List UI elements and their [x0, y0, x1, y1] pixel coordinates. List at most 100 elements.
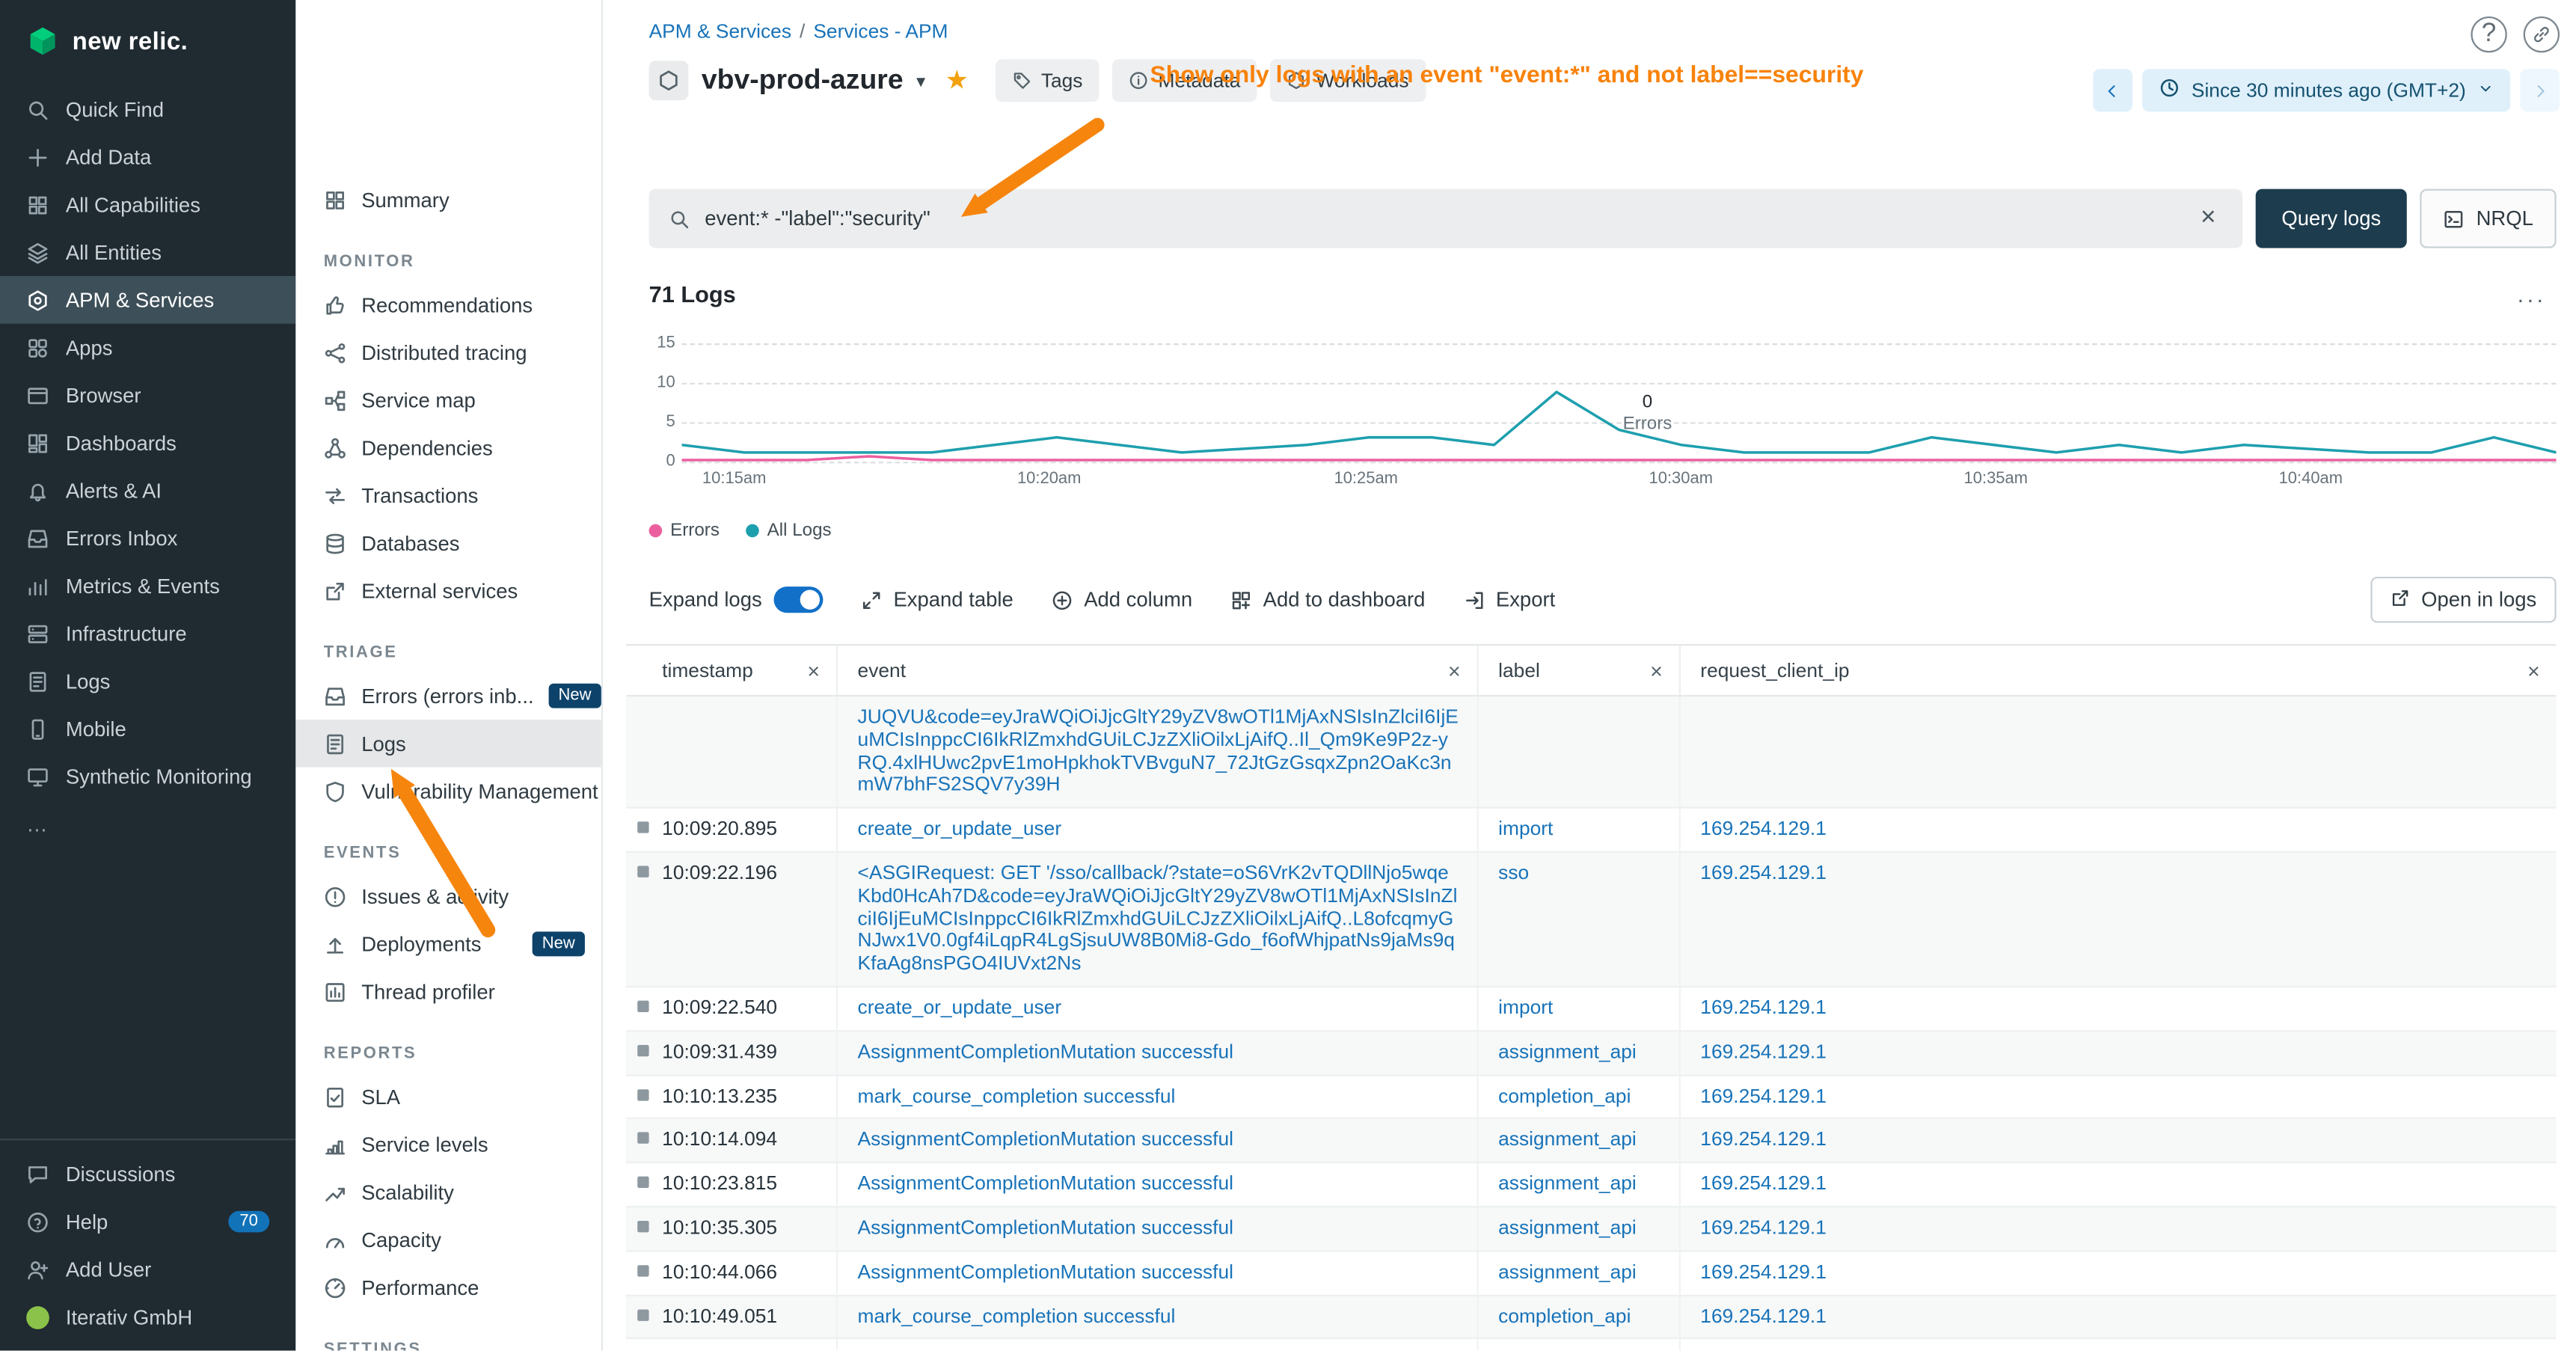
event-link[interactable]: mark_course_completion successful — [858, 1084, 1176, 1107]
label-link[interactable]: import — [1498, 996, 1553, 1019]
sidebar-item-dashboards[interactable]: Dashboards — [0, 419, 295, 467]
subnav-item-external-services[interactable]: External services — [295, 567, 601, 615]
help-circle-icon[interactable]: ? — [2471, 16, 2506, 52]
row-marker-icon[interactable] — [637, 1309, 648, 1320]
event-link[interactable]: mark_course_completion successful — [858, 1304, 1176, 1327]
breadcrumb-apm-services[interactable]: APM & Services — [649, 19, 791, 43]
time-range-selector[interactable]: Since 30 minutes ago (GMT+2) — [2142, 69, 2510, 111]
subnav-item-deployments[interactable]: Deployments New — [295, 920, 601, 968]
sidebar-item-add-data[interactable]: Add Data — [0, 133, 295, 181]
open-in-logs-button[interactable]: Open in logs — [2370, 577, 2557, 623]
new-relic-logo[interactable]: new relic. — [0, 0, 295, 79]
table-row[interactable]: JUQVU&code=eyJraWQiOiJjcGltY29yZV8wOTl1M… — [626, 696, 2557, 809]
column-header-label[interactable]: label × — [1479, 646, 1681, 695]
sidebar-item-add-user[interactable]: Add User — [0, 1246, 295, 1293]
table-row[interactable]: 10:09:31.439 AssignmentCompletionMutatio… — [626, 1032, 2557, 1076]
sidebar-item-apps[interactable]: Apps — [0, 324, 295, 372]
subnav-item-databases[interactable]: Databases — [295, 519, 601, 567]
export-button[interactable]: Export — [1463, 588, 1555, 611]
label-link[interactable]: assignment_api — [1498, 1040, 1637, 1063]
add-column-button[interactable]: Add column — [1051, 588, 1192, 611]
sidebar-item-alerts-ai[interactable]: Alerts & AI — [0, 467, 295, 515]
expand-logs-toggle[interactable] — [773, 586, 823, 613]
table-row[interactable]: 10:09:22.540 create_or_update_user impor… — [626, 987, 2557, 1032]
sidebar-item-mobile[interactable]: Mobile — [0, 705, 295, 753]
sidebar-item-account[interactable]: Iterativ GmbH — [0, 1293, 295, 1341]
column-header-event[interactable]: event × — [838, 646, 1479, 695]
table-row[interactable]: 10:11:00.311 AssignmentCompletionMutatio… — [626, 1340, 2557, 1351]
subnav-item-issues-activity[interactable]: Issues & activity — [295, 872, 601, 920]
row-marker-icon[interactable] — [637, 1088, 648, 1100]
row-marker-icon[interactable] — [637, 1265, 648, 1276]
table-row[interactable]: 10:10:23.815 AssignmentCompletionMutatio… — [626, 1163, 2557, 1207]
subnav-item-transactions[interactable]: Transactions — [295, 471, 601, 519]
row-marker-icon[interactable] — [637, 1177, 648, 1188]
sidebar-item-infrastructure[interactable]: Infrastructure — [0, 610, 295, 658]
label-link[interactable]: completion_api — [1498, 1084, 1631, 1107]
subnav-item-performance[interactable]: Performance — [295, 1263, 601, 1311]
subnav-item-errors-inbox[interactable]: Errors (errors inb... New — [295, 672, 601, 720]
subnav-item-capacity[interactable]: Capacity — [295, 1216, 601, 1263]
nrql-button[interactable]: NRQL — [2420, 189, 2557, 248]
subnav-item-sla[interactable]: SLA — [295, 1073, 601, 1121]
row-marker-icon[interactable] — [637, 1044, 648, 1056]
ip-link[interactable]: 169.254.129.1 — [1700, 1348, 1827, 1351]
tags-button[interactable]: Tags — [995, 59, 1099, 102]
subnav-item-dependencies[interactable]: Dependencies — [295, 424, 601, 472]
table-row[interactable]: 10:10:35.305 AssignmentCompletionMutatio… — [626, 1207, 2557, 1252]
remove-column-icon[interactable]: × — [1448, 658, 1461, 683]
label-link[interactable]: assignment_api — [1498, 1171, 1637, 1195]
entity-chevron-down-icon[interactable]: ▾ — [916, 70, 925, 91]
sidebar-item-quick-find[interactable]: Quick Find — [0, 85, 295, 133]
event-link[interactable]: AssignmentCompletionMutation successful — [858, 1348, 1234, 1351]
subnav-item-distributed-tracing[interactable]: Distributed tracing — [295, 328, 601, 376]
remove-column-icon[interactable]: × — [2527, 658, 2540, 683]
ip-link[interactable]: 169.254.129.1 — [1700, 861, 1827, 884]
subnav-item-scalability[interactable]: Scalability — [295, 1168, 601, 1216]
table-row[interactable]: 10:10:44.066 AssignmentCompletionMutatio… — [626, 1252, 2557, 1296]
event-link[interactable]: AssignmentCompletionMutation successful — [858, 1260, 1234, 1283]
permalink-icon[interactable] — [2524, 16, 2560, 52]
ip-link[interactable]: 169.254.129.1 — [1700, 817, 1827, 840]
sidebar-item-errors-inbox[interactable]: Errors Inbox — [0, 514, 295, 562]
sidebar-item-discussions[interactable]: Discussions — [0, 1151, 295, 1198]
event-link[interactable]: AssignmentCompletionMutation successful — [858, 1128, 1234, 1151]
favorite-star-icon[interactable]: ★ — [945, 64, 969, 97]
sidebar-item-more[interactable]: … — [0, 800, 295, 848]
row-marker-icon[interactable] — [637, 822, 648, 833]
ip-link[interactable]: 169.254.129.1 — [1700, 996, 1827, 1019]
subnav-item-service-map[interactable]: Service map — [295, 376, 601, 424]
ip-link[interactable]: 169.254.129.1 — [1700, 1260, 1827, 1283]
table-row[interactable]: 10:10:13.235 mark_course_completion succ… — [626, 1076, 2557, 1120]
remove-column-icon[interactable]: × — [1650, 658, 1663, 683]
clear-query-icon[interactable]: × — [2194, 203, 2222, 233]
add-to-dashboard-button[interactable]: Add to dashboard — [1230, 588, 1426, 611]
legend-errors[interactable]: Errors — [649, 521, 720, 540]
legend-all-logs[interactable]: All Logs — [746, 521, 832, 540]
event-link[interactable]: AssignmentCompletionMutation successful — [858, 1171, 1234, 1195]
subnav-item-logs[interactable]: Logs — [295, 720, 601, 768]
log-query-input[interactable] — [705, 207, 2179, 230]
sidebar-item-synthetic-monitoring[interactable]: Synthetic Monitoring — [0, 753, 295, 800]
ip-link[interactable]: 169.254.129.1 — [1700, 1128, 1827, 1151]
label-link[interactable]: assignment_api — [1498, 1260, 1637, 1283]
log-search-bar[interactable]: × — [649, 189, 2242, 248]
sidebar-item-apm-services[interactable]: APM & Services — [0, 276, 295, 324]
query-logs-button[interactable]: Query logs — [2255, 189, 2407, 248]
time-forward-chevron[interactable] — [2520, 69, 2560, 111]
event-link[interactable]: <ASGIRequest: GET '/sso/callback/?state=… — [858, 861, 1458, 975]
row-marker-icon[interactable] — [637, 1133, 648, 1144]
label-link[interactable]: assignment_api — [1498, 1216, 1637, 1239]
event-link[interactable]: AssignmentCompletionMutation successful — [858, 1216, 1234, 1239]
subnav-item-thread-profiler[interactable]: Thread profiler — [295, 968, 601, 1016]
label-link[interactable]: import — [1498, 817, 1553, 840]
table-row[interactable]: 10:10:14.094 AssignmentCompletionMutatio… — [626, 1120, 2557, 1164]
table-row[interactable]: 10:09:20.895 create_or_update_user impor… — [626, 809, 2557, 853]
sidebar-item-metrics-events[interactable]: Metrics & Events — [0, 562, 295, 610]
table-row[interactable]: 10:09:22.196 <ASGIRequest: GET '/sso/cal… — [626, 853, 2557, 987]
sidebar-item-all-entities[interactable]: All Entities — [0, 228, 295, 276]
sidebar-item-help[interactable]: Help 70 — [0, 1198, 295, 1246]
ip-link[interactable]: 169.254.129.1 — [1700, 1040, 1827, 1063]
sidebar-item-browser[interactable]: Browser — [0, 371, 295, 419]
column-header-request-client-ip[interactable]: request_client_ip × — [1681, 646, 2557, 695]
